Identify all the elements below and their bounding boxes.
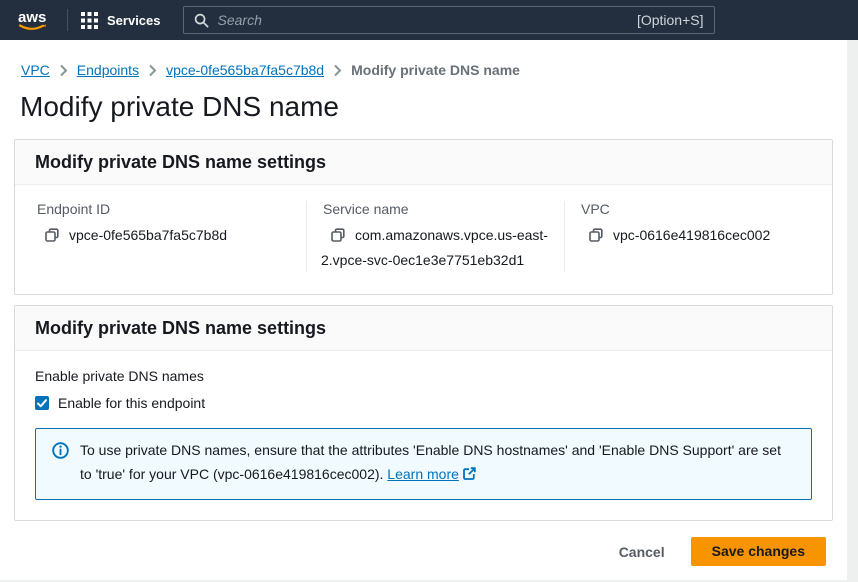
field-vpc: VPC vpc-0616e419816cec002 bbox=[564, 201, 812, 272]
enable-endpoint-checkbox-row[interactable]: Enable for this endpoint bbox=[35, 395, 812, 411]
field-label: Service name bbox=[323, 201, 548, 217]
settings-card-header: Modify private DNS name settings bbox=[15, 306, 832, 351]
enable-endpoint-checkbox-label[interactable]: Enable for this endpoint bbox=[58, 395, 205, 411]
breadcrumb: VPC Endpoints vpce-0fe565ba7fa5c7b8d Mod… bbox=[0, 40, 847, 78]
breadcrumb-link-endpoint-id[interactable]: vpce-0fe565ba7fa5c7b8d bbox=[166, 62, 324, 78]
enable-endpoint-checkbox[interactable] bbox=[35, 396, 49, 410]
field-value-row: com.amazonaws.vpce.us-east-2.vpce-svc-0e… bbox=[321, 224, 548, 272]
info-icon bbox=[52, 442, 69, 488]
summary-card-header: Modify private DNS name settings bbox=[15, 140, 832, 185]
field-service-name: Service name com.amazonaws.vpce.us-east-… bbox=[306, 201, 564, 272]
search-keyboard-shortcut: [Option+S] bbox=[637, 12, 704, 28]
aws-logo[interactable]: aws bbox=[14, 7, 52, 33]
chevron-right-icon bbox=[59, 64, 68, 77]
alert-message: To use private DNS names, ensure that th… bbox=[80, 438, 795, 488]
vpc-id-value: vpc-0616e419816cec002 bbox=[613, 227, 770, 243]
svg-text:aws: aws bbox=[18, 9, 46, 26]
field-endpoint-id: Endpoint ID vpce-0fe565ba7fa5c7b8d bbox=[35, 201, 306, 272]
aws-logo-icon: aws bbox=[14, 7, 52, 33]
copy-icon[interactable] bbox=[45, 226, 59, 249]
enable-private-dns-label: Enable private DNS names bbox=[35, 368, 812, 384]
info-alert: To use private DNS names, ensure that th… bbox=[35, 428, 812, 500]
external-link-icon bbox=[462, 464, 476, 488]
global-search-input[interactable]: Search [Option+S] bbox=[183, 6, 715, 34]
page-title: Modify private DNS name bbox=[20, 91, 847, 123]
learn-more-link[interactable]: Learn more bbox=[387, 466, 476, 482]
services-menu-button[interactable]: Services bbox=[81, 12, 161, 29]
save-changes-button[interactable]: Save changes bbox=[691, 537, 826, 566]
checkmark-icon bbox=[37, 399, 47, 408]
breadcrumb-link-vpc[interactable]: VPC bbox=[21, 62, 50, 78]
search-placeholder: Search bbox=[218, 12, 628, 28]
cancel-button[interactable]: Cancel bbox=[619, 544, 665, 560]
endpoint-id-value: vpce-0fe565ba7fa5c7b8d bbox=[69, 227, 227, 243]
settings-card-title: Modify private DNS name settings bbox=[35, 318, 812, 339]
service-name-value: com.amazonaws.vpce.us-east-2.vpce-svc-0e… bbox=[321, 227, 548, 268]
chevron-right-icon bbox=[148, 64, 157, 77]
field-label: VPC bbox=[581, 201, 796, 217]
copy-icon[interactable] bbox=[331, 226, 345, 249]
field-label: Endpoint ID bbox=[37, 201, 290, 217]
form-actions: Cancel Save changes bbox=[0, 537, 826, 566]
breadcrumb-link-endpoints[interactable]: Endpoints bbox=[77, 62, 139, 78]
learn-more-label: Learn more bbox=[387, 466, 459, 482]
main-content: VPC Endpoints vpce-0fe565ba7fa5c7b8d Mod… bbox=[0, 40, 847, 580]
settings-card-body: Enable private DNS names Enable for this… bbox=[15, 351, 832, 520]
services-grid-icon bbox=[81, 12, 98, 29]
services-label: Services bbox=[107, 13, 161, 28]
top-navigation-bar: aws Services Search [Option+S] bbox=[0, 0, 858, 40]
summary-card-title: Modify private DNS name settings bbox=[35, 152, 812, 173]
field-value-row: vpc-0616e419816cec002 bbox=[579, 224, 796, 249]
summary-card-body: Endpoint ID vpce-0fe565ba7fa5c7b8d Servi… bbox=[15, 185, 832, 294]
dns-settings-card: Modify private DNS name settings Enable … bbox=[14, 305, 833, 521]
copy-icon[interactable] bbox=[589, 226, 603, 249]
breadcrumb-current-page: Modify private DNS name bbox=[351, 62, 520, 78]
chevron-right-icon bbox=[333, 64, 342, 77]
endpoint-summary-card: Modify private DNS name settings Endpoin… bbox=[14, 139, 833, 295]
search-icon bbox=[194, 13, 209, 28]
nav-divider bbox=[67, 9, 68, 31]
field-value-row: vpce-0fe565ba7fa5c7b8d bbox=[35, 224, 290, 249]
